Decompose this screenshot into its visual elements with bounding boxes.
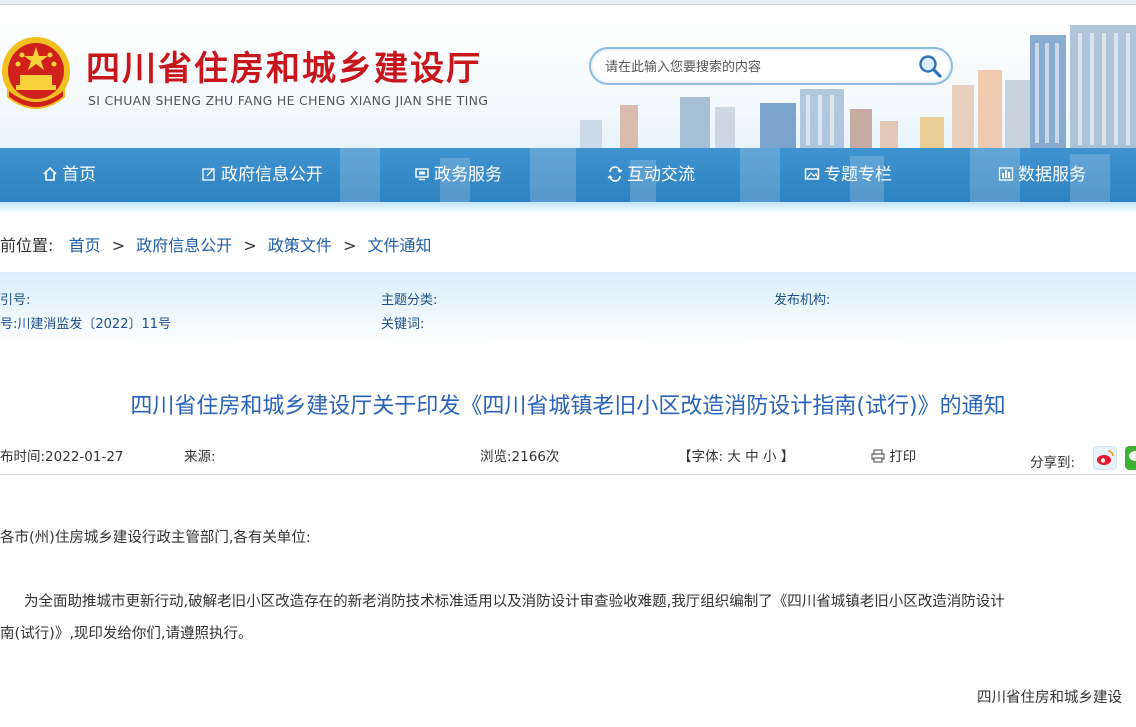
main-nav: 首页 政府信息公开 政务服务 互动交流 专题专栏 数据服务 bbox=[0, 148, 1136, 202]
font-small-button[interactable]: 小 bbox=[763, 449, 777, 465]
article-paragraph-line: 南(试行)》,现印发给你们,请遵照执行。 bbox=[0, 626, 253, 642]
breadcrumb-notice-link[interactable]: 文件通知 bbox=[368, 236, 432, 255]
search-input[interactable] bbox=[603, 57, 907, 77]
breadcrumb-separator: > bbox=[343, 236, 357, 255]
city-skyline-image bbox=[580, 25, 1136, 148]
publish-time: 布时间:2022-01-27 bbox=[0, 449, 124, 465]
meta-topic-label: 主题分类: bbox=[381, 293, 438, 308]
article-source: 来源: bbox=[184, 449, 216, 465]
picture-icon bbox=[804, 168, 820, 180]
meta-publisher-label: 发布机构: bbox=[774, 293, 831, 308]
nav-item-label: 政务服务 bbox=[434, 165, 502, 185]
document-meta: 引号: 号:川建消监发〔2022〕11号 主题分类: 关键词: 发布机构: bbox=[0, 272, 1136, 344]
breadcrumb-separator: > bbox=[111, 236, 126, 255]
site-header: 四川省住房和城乡建设厅 SI CHUAN SHENG ZHU FANG HE C… bbox=[0, 5, 1136, 148]
edit-icon bbox=[202, 167, 215, 181]
meta-doc-number: 号:川建消监发〔2022〕11号 bbox=[0, 317, 172, 332]
font-size-controls: 【字体: 大 中 小 】 bbox=[678, 449, 795, 465]
national-emblem-icon bbox=[2, 37, 70, 109]
share-label: 分享到: bbox=[1030, 455, 1076, 471]
font-medium-button[interactable]: 中 bbox=[745, 449, 759, 465]
printer-icon bbox=[871, 449, 885, 463]
weibo-share-icon[interactable] bbox=[1093, 446, 1117, 470]
nav-item-home[interactable]: 首页 bbox=[42, 148, 96, 202]
article-paragraph-line: 为全面助推城市更新行动,破解老旧小区改造存在的新老消防技术标准适用以及消防设计审… bbox=[24, 594, 1005, 610]
article-title: 四川省住房和城乡建设厅关于印发《四川省城镇老旧小区改造消防设计指南(试行)》的通… bbox=[130, 394, 1006, 419]
breadcrumb-home-link[interactable]: 首页 bbox=[69, 236, 101, 255]
nav-item-label: 政府信息公开 bbox=[221, 165, 323, 185]
breadcrumb-separator: > bbox=[243, 236, 257, 255]
breadcrumb-bar: 前位置: 首页 > 政府信息公开 > 政策文件 > 文件通知 bbox=[0, 202, 1136, 273]
chart-icon bbox=[998, 167, 1014, 181]
nav-item-label: 专题专栏 bbox=[824, 165, 892, 185]
font-large-button[interactable]: 大 bbox=[727, 449, 741, 465]
article-salutation: 各市(州)住房城乡建设行政主管部门,各有关单位: bbox=[0, 530, 311, 546]
article-signature: 四川省住房和城乡建设 bbox=[977, 690, 1122, 706]
view-count: 浏览:2166次 bbox=[480, 449, 560, 465]
breadcrumb-policy-link[interactable]: 政策文件 bbox=[268, 236, 332, 255]
nav-item-gov-info[interactable]: 政府信息公开 bbox=[201, 148, 323, 202]
nav-item-data[interactable]: 数据服务 bbox=[998, 148, 1086, 202]
search-box[interactable] bbox=[589, 47, 953, 85]
nav-item-label: 数据服务 bbox=[1018, 165, 1086, 185]
nav-item-interaction[interactable]: 互动交流 bbox=[607, 148, 695, 202]
nav-item-topics[interactable]: 专题专栏 bbox=[804, 148, 892, 202]
monitor-icon bbox=[415, 168, 429, 181]
wechat-share-icon[interactable] bbox=[1125, 446, 1136, 470]
meta-keywords-label: 关键词: bbox=[381, 317, 425, 332]
nav-item-services[interactable]: 政务服务 bbox=[414, 148, 502, 202]
site-subtitle: SI CHUAN SHENG ZHU FANG HE CHENG XIANG J… bbox=[88, 93, 489, 108]
breadcrumb-gov-info-link[interactable]: 政府信息公开 bbox=[136, 236, 232, 255]
search-icon[interactable] bbox=[917, 53, 943, 79]
home-icon bbox=[43, 166, 57, 181]
breadcrumb-prefix: 前位置: bbox=[0, 236, 54, 255]
breadcrumb: 前位置: 首页 > 政府信息公开 > 政策文件 > 文件通知 bbox=[0, 232, 432, 256]
site-title[interactable]: 四川省住房和城乡建设厅 bbox=[86, 41, 482, 90]
exchange-icon bbox=[607, 166, 623, 182]
nav-item-label: 首页 bbox=[62, 165, 96, 185]
article-info-bar: 布时间:2022-01-27 来源: 浏览:2166次 【字体: 大 中 小 】… bbox=[0, 440, 1136, 475]
breadcrumb-glow bbox=[0, 202, 1136, 214]
print-button[interactable]: 打印 bbox=[871, 445, 916, 465]
nav-item-label: 互动交流 bbox=[627, 165, 695, 185]
meta-index-label: 引号: bbox=[0, 293, 31, 308]
